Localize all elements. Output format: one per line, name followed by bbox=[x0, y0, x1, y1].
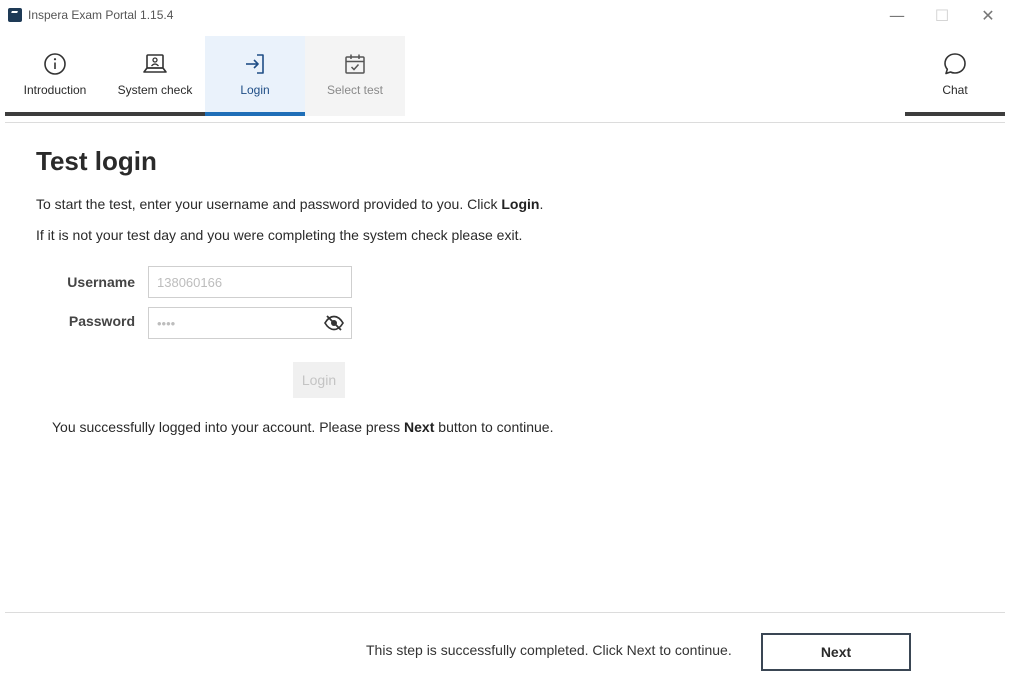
chat-bubble-icon bbox=[944, 53, 966, 75]
app-logo-icon bbox=[8, 8, 22, 22]
laptop-icon bbox=[143, 54, 167, 73]
tab-label: Chat bbox=[942, 83, 968, 97]
maximize-button[interactable]: ☐ bbox=[919, 0, 965, 30]
intro-text: To start the test, enter your username a… bbox=[36, 196, 544, 212]
tab-label: Login bbox=[240, 83, 270, 97]
username-label: Username bbox=[67, 274, 135, 290]
intro-text-exit-note: If it is not your test day and you were … bbox=[36, 227, 523, 243]
login-arrow-icon bbox=[246, 54, 264, 74]
eye-slash-icon bbox=[324, 315, 344, 331]
step-navigation: Introduction System check Login Select t… bbox=[5, 36, 1005, 116]
login-button[interactable]: Login bbox=[293, 362, 345, 398]
page-title: Test login bbox=[36, 146, 157, 176]
tab-label: System check bbox=[117, 83, 193, 97]
toggle-password-visibility-button[interactable] bbox=[322, 312, 346, 334]
login-success-message: You successfully logged into your accoun… bbox=[52, 419, 554, 435]
tab-progress-underline bbox=[105, 112, 205, 116]
info-icon bbox=[44, 53, 66, 75]
tab-progress-underline bbox=[5, 112, 105, 116]
window-title: Inspera Exam Portal 1.15.4 bbox=[28, 8, 174, 22]
tab-introduction[interactable]: Introduction bbox=[5, 36, 105, 116]
tab-label: Introduction bbox=[23, 83, 87, 97]
step-status-text: This step is successfully completed. Cli… bbox=[366, 642, 732, 658]
tab-progress-underline bbox=[205, 112, 305, 116]
password-label: Password bbox=[68, 313, 135, 329]
tab-progress-underline bbox=[905, 112, 1005, 116]
title-bar: Inspera Exam Portal 1.15.4 — ☐ ✕ bbox=[0, 0, 1011, 30]
next-button[interactable]: Next bbox=[761, 633, 911, 671]
nav-divider bbox=[5, 122, 1005, 123]
tab-system-check[interactable]: System check bbox=[105, 36, 205, 116]
username-input[interactable] bbox=[148, 266, 352, 298]
calendar-check-icon bbox=[345, 54, 365, 74]
tab-select-test[interactable]: Select test bbox=[305, 36, 405, 116]
tab-login[interactable]: Login bbox=[205, 36, 305, 116]
footer-divider bbox=[5, 612, 1005, 613]
minimize-button[interactable]: — bbox=[874, 0, 920, 30]
tab-chat[interactable]: Chat bbox=[905, 36, 1005, 116]
tab-label: Select test bbox=[326, 83, 384, 97]
close-button[interactable]: ✕ bbox=[965, 0, 1011, 30]
